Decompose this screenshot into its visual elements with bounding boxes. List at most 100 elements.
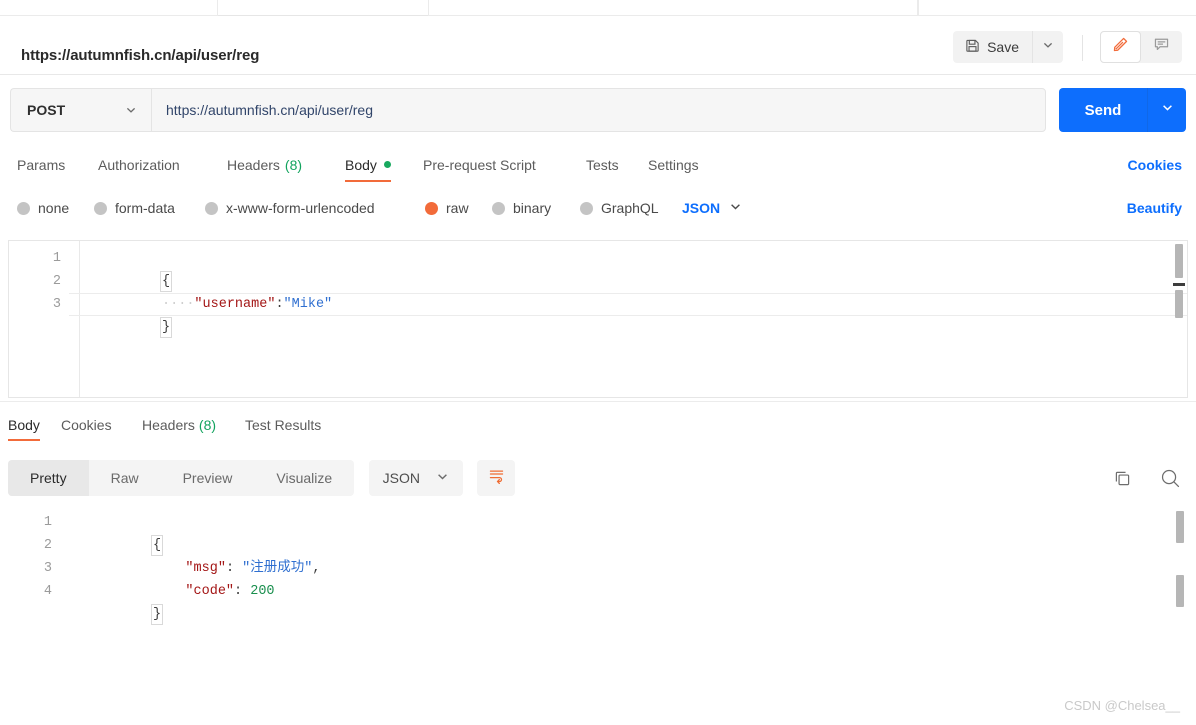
radio-icon: [492, 201, 505, 215]
json-value: 200: [250, 584, 275, 599]
radio-icon: [580, 201, 593, 215]
view-preview[interactable]: Preview: [161, 460, 255, 496]
request-body-editor[interactable]: 1 2 3 { ····"username":"Mike" }: [8, 240, 1188, 398]
comment-button[interactable]: [1141, 31, 1182, 63]
response-scrollbar[interactable]: [1176, 511, 1184, 610]
response-tab-body[interactable]: Body: [8, 406, 40, 443]
pencil-icon: [1112, 36, 1129, 58]
word-wrap-toggle[interactable]: [477, 460, 516, 496]
response-body-code: { "msg": "注册成功", "code": 200 }: [72, 511, 1166, 625]
response-body-viewer[interactable]: 1 2 3 4 { "msg": "注册成功", "code": 200 }: [0, 505, 1196, 690]
save-button[interactable]: Save: [953, 31, 1033, 63]
tab-pre-request-script[interactable]: Pre-request Script: [423, 146, 536, 183]
json-value: "注册成功": [242, 561, 313, 576]
tab-tests[interactable]: Tests: [586, 146, 619, 183]
json-colon: :: [225, 561, 243, 576]
view-mode-group: [1100, 31, 1182, 63]
workspace-tab-3[interactable]: [918, 0, 1196, 16]
tab-params[interactable]: Params: [17, 146, 65, 183]
code-line-1: {: [81, 247, 1157, 292]
request-editor-scrollbar[interactable]: [1173, 244, 1185, 394]
cookies-link[interactable]: Cookies: [1128, 146, 1182, 183]
body-type-graphql[interactable]: GraphQL: [580, 190, 659, 226]
url-input[interactable]: https://autumnfish.cn/api/user/reg: [151, 88, 1046, 132]
http-method-select[interactable]: POST: [10, 88, 151, 132]
response-format-select[interactable]: JSON: [368, 460, 463, 496]
code-line-2: "msg": "注册成功",: [72, 534, 1166, 576]
view-pretty[interactable]: Pretty: [8, 460, 89, 496]
line-number: 3: [43, 561, 52, 576]
tab-label: Test Results: [245, 416, 322, 433]
line-number: 1: [52, 251, 61, 266]
json-value: "Mike": [283, 297, 333, 312]
response-tab-test-results[interactable]: Test Results: [245, 406, 321, 443]
workspace-tab-2[interactable]: [428, 0, 918, 16]
response-view-toolbar: Pretty Raw Preview Visualize JSON: [8, 460, 516, 496]
workspace-tab-1[interactable]: [0, 0, 218, 16]
line-number: 2: [52, 274, 61, 289]
chevron-down-icon: [125, 104, 137, 116]
url-input-value: https://autumnfish.cn/api/user/reg: [166, 102, 373, 118]
body-type-binary[interactable]: binary: [492, 190, 551, 226]
line-numbers: 1 2 3 4: [0, 511, 60, 603]
tab-body[interactable]: Body: [345, 146, 391, 183]
http-method-value: POST: [27, 102, 66, 118]
scrollbar-thumb-bottom[interactable]: [1175, 290, 1183, 318]
body-type-form-data[interactable]: form-data: [94, 190, 175, 226]
url-row: POST https://autumnfish.cn/api/user/reg …: [0, 76, 1196, 144]
body-type-label: binary: [513, 200, 552, 216]
tab-strip: [0, 0, 1196, 16]
radio-icon: [17, 201, 30, 215]
tab-label: Authorization: [98, 156, 180, 173]
tab-label: Body: [345, 156, 377, 173]
tab-authorization[interactable]: Authorization: [98, 146, 180, 183]
save-options-button[interactable]: [1033, 31, 1063, 63]
request-body-code[interactable]: { ····"username":"Mike" }: [81, 247, 1157, 338]
body-type-urlencoded[interactable]: x-www-form-urlencoded: [205, 190, 375, 226]
beautify-link[interactable]: Beautify: [1127, 190, 1182, 226]
radio-icon: [94, 201, 107, 215]
scrollbar-thumb-top[interactable]: [1175, 244, 1183, 278]
line-number: 3: [52, 297, 61, 312]
scrollbar-thumb-top[interactable]: [1176, 511, 1184, 543]
response-tabs: Body Cookies Headers (8) Test Results St…: [0, 406, 1196, 443]
radio-icon: [205, 201, 218, 215]
body-type-raw[interactable]: raw: [425, 190, 469, 226]
response-tab-cookies[interactable]: Cookies: [61, 406, 112, 443]
request-tabs: Params Authorization Headers (8) Body Pr…: [0, 146, 1196, 183]
search-icon[interactable]: [1159, 467, 1182, 490]
response-tab-headers[interactable]: Headers (8): [142, 406, 216, 443]
tab-label: Cookies: [61, 416, 112, 433]
edit-mode-button[interactable]: [1100, 31, 1141, 63]
radio-icon-selected: [425, 201, 438, 215]
scrollbar-thumb-bottom[interactable]: [1176, 575, 1184, 607]
tab-settings[interactable]: Settings: [648, 146, 699, 183]
brace-token: }: [160, 317, 173, 338]
line-numbers: 1 2 3: [9, 247, 69, 316]
body-type-label: form-data: [115, 200, 175, 216]
tab-label: Settings: [648, 156, 699, 173]
body-format-select[interactable]: JSON: [682, 190, 742, 226]
tab-label: Pre-request Script: [423, 156, 536, 173]
save-button-label: Save: [987, 39, 1019, 55]
copy-icon[interactable]: [1112, 468, 1133, 489]
body-type-none[interactable]: none: [17, 190, 69, 226]
send-options-button[interactable]: [1148, 88, 1186, 132]
tab-label: Params: [17, 156, 66, 173]
json-key: "msg": [185, 561, 226, 576]
comment-icon: [1153, 36, 1170, 58]
body-type-label: x-www-form-urlencoded: [226, 200, 375, 216]
body-format-value: JSON: [682, 200, 721, 216]
code-line-1: {: [72, 511, 1166, 556]
postman-request-window: https://autumnfish.cn/api/user/reg Save: [0, 0, 1196, 725]
tab-headers[interactable]: Headers (8): [227, 146, 302, 183]
body-type-label: GraphQL: [601, 200, 659, 216]
chevron-down-icon: [1161, 101, 1174, 119]
brace-token: {: [151, 535, 164, 556]
view-visualize[interactable]: Visualize: [254, 460, 354, 496]
tab-count: (8): [198, 416, 217, 433]
json-key: "code": [185, 584, 235, 599]
view-raw[interactable]: Raw: [89, 460, 161, 496]
send-button[interactable]: Send: [1059, 88, 1148, 132]
response-separator: [0, 401, 1196, 402]
